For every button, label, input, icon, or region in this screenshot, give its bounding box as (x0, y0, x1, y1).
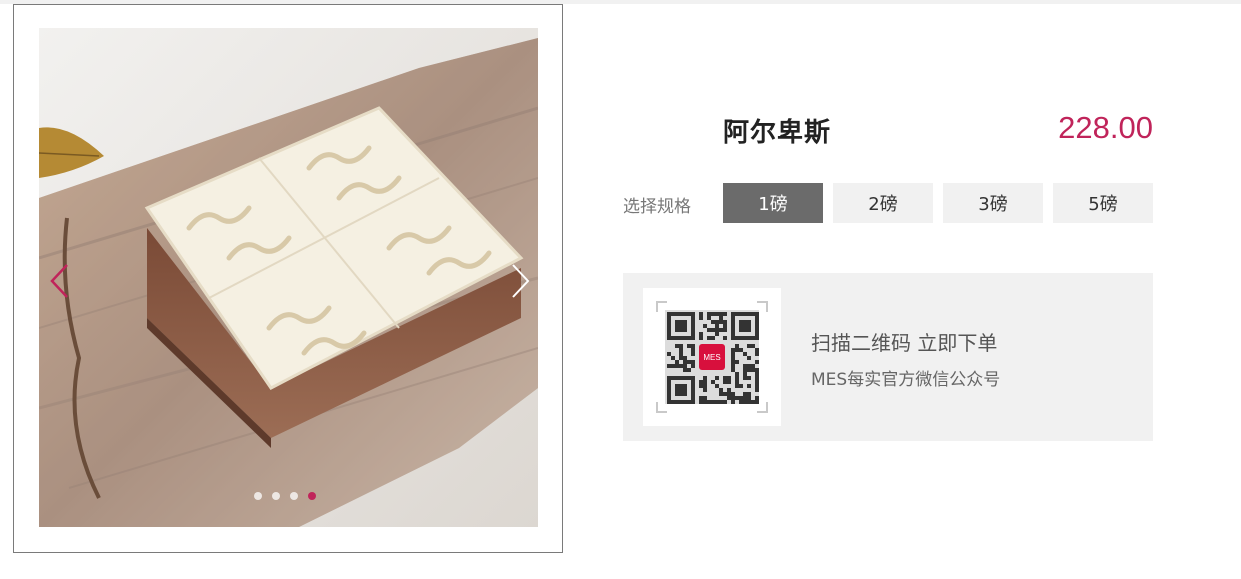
spec-option-5lb[interactable]: 5磅 (1053, 183, 1153, 223)
qr-code: MES (643, 288, 781, 426)
spec-label: 选择规格 (623, 197, 691, 217)
slide-dot[interactable] (272, 492, 280, 500)
product-title: 阿尔卑斯 (723, 118, 832, 148)
qr-order-panel: MES 扫描二维码 立即下单 MES每实官方微信公众号 (623, 273, 1153, 441)
slide-dot[interactable] (290, 492, 298, 500)
product-gallery (13, 4, 563, 553)
slide-dot-active[interactable] (308, 492, 316, 500)
qr-title: 扫描二维码 立即下单 (811, 331, 998, 355)
chevron-left-icon[interactable] (48, 263, 72, 299)
slide-indicator (254, 492, 316, 500)
spec-option-2lb[interactable]: 2磅 (833, 183, 933, 223)
qr-subtitle: MES每实官方微信公众号 (811, 370, 1001, 390)
spec-options: 1磅 2磅 3磅 5磅 (723, 183, 1153, 223)
product-image (39, 28, 538, 527)
spec-option-3lb[interactable]: 3磅 (943, 183, 1043, 223)
svg-text:MES: MES (703, 353, 720, 362)
chevron-right-icon[interactable] (508, 263, 532, 299)
slide-dot[interactable] (254, 492, 262, 500)
product-price: 228.00 (1058, 110, 1153, 145)
spec-option-1lb[interactable]: 1磅 (723, 183, 823, 223)
